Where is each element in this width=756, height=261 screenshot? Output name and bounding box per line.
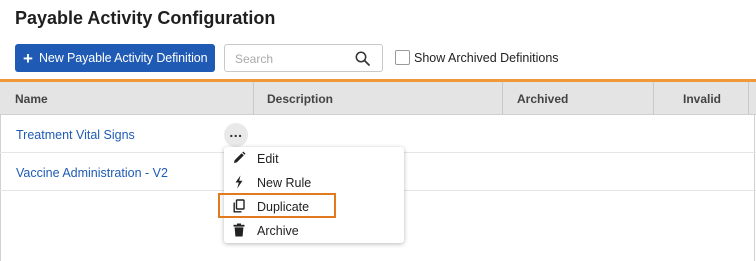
menu-item-label: Archive bbox=[257, 224, 299, 238]
show-archived-toggle[interactable]: Show Archived Definitions bbox=[395, 50, 559, 65]
menu-item-archive[interactable]: Archive bbox=[224, 219, 404, 243]
menu-item-new-rule[interactable]: New Rule bbox=[224, 171, 404, 195]
row-name-link[interactable]: Treatment Vital Signs bbox=[16, 128, 135, 142]
menu-item-label: Edit bbox=[257, 152, 279, 166]
row-actions-menu: Edit New Rule Duplicate Archive bbox=[224, 147, 404, 243]
page-title: Payable Activity Configuration bbox=[15, 8, 276, 28]
ellipsis-icon: ... bbox=[229, 124, 243, 140]
plus-icon: + bbox=[23, 48, 33, 68]
show-archived-label: Show Archived Definitions bbox=[414, 50, 559, 65]
search-icon[interactable] bbox=[355, 51, 370, 71]
trash-icon bbox=[232, 223, 246, 237]
new-button-label: New Payable Activity Definition bbox=[38, 51, 208, 65]
menu-item-label: Duplicate bbox=[257, 200, 310, 214]
show-archived-checkbox[interactable] bbox=[395, 50, 410, 65]
row-actions-button[interactable]: ... bbox=[224, 123, 248, 147]
column-header-invalid[interactable]: Invalid bbox=[653, 82, 756, 114]
copy-icon bbox=[232, 199, 246, 213]
row-name-link[interactable]: Vaccine Administration - V2 bbox=[16, 166, 168, 180]
search-box[interactable] bbox=[224, 44, 383, 72]
column-header-name[interactable]: Name bbox=[15, 82, 48, 114]
lightning-icon bbox=[232, 175, 246, 189]
column-header-archived[interactable]: Archived bbox=[502, 82, 568, 114]
pencil-icon bbox=[232, 151, 246, 165]
table-header: Name Description Archived Invalid bbox=[0, 82, 756, 115]
column-header-extra bbox=[748, 82, 756, 114]
menu-item-label: New Rule bbox=[257, 176, 312, 190]
menu-item-edit[interactable]: Edit bbox=[224, 147, 404, 171]
menu-item-duplicate[interactable]: Duplicate bbox=[224, 195, 404, 219]
new-payable-activity-definition-button[interactable]: + New Payable Activity Definition bbox=[15, 44, 215, 72]
column-header-description[interactable]: Description bbox=[253, 82, 333, 114]
search-input[interactable] bbox=[235, 50, 345, 67]
